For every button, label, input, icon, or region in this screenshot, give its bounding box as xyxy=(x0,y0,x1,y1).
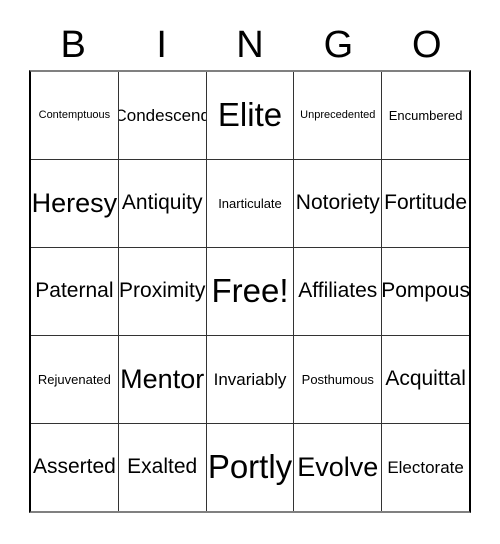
bingo-row: Paternal Proximity Free! Affiliates Pomp… xyxy=(31,248,469,336)
bingo-cell[interactable]: Condescend xyxy=(119,72,207,159)
bingo-cell[interactable]: Mentor xyxy=(119,336,207,423)
bingo-cell-label: Proximity xyxy=(119,279,206,303)
bingo-cell-label: Contemptuous xyxy=(38,108,111,121)
bingo-header-letter-i: I xyxy=(156,24,167,66)
bingo-row: Heresy Antiquity Inarticulate Notoriety … xyxy=(31,160,469,248)
bingo-cell-label: Affiliates xyxy=(298,279,378,303)
bingo-cell[interactable]: Evolve xyxy=(294,424,383,511)
bingo-row: Rejuvenated Mentor Invariably Posthumous… xyxy=(31,336,469,424)
bingo-cell-label: Electorate xyxy=(387,457,464,477)
bingo-cell[interactable]: Posthumous xyxy=(294,336,383,423)
bingo-header-letter-n: N xyxy=(236,24,264,66)
bingo-cell[interactable]: Paternal xyxy=(31,248,119,335)
bingo-cell[interactable]: Portly xyxy=(207,424,295,511)
bingo-cell[interactable]: Pompous xyxy=(382,248,469,335)
bingo-row: Asserted Exalted Portly Evolve Electorat… xyxy=(31,424,469,511)
bingo-cell[interactable]: Acquittal xyxy=(382,336,469,423)
bingo-cell[interactable]: Elite xyxy=(207,72,295,159)
bingo-cell-label: Evolve xyxy=(297,452,379,483)
bingo-cell-label: Portly xyxy=(207,448,293,486)
bingo-cell-label: Asserted xyxy=(32,455,116,479)
bingo-cell[interactable]: Antiquity xyxy=(119,160,207,247)
bingo-card: B I N G O Contemptuous Condescend Elite … xyxy=(0,0,500,544)
bingo-cell[interactable]: Fortitude xyxy=(382,160,469,247)
bingo-cell-label: Acquittal xyxy=(385,367,466,391)
bingo-cell-label: Elite xyxy=(217,96,283,134)
bingo-cell-label: Pompous xyxy=(382,279,469,303)
bingo-row: Contemptuous Condescend Elite Unpreceden… xyxy=(31,72,469,160)
bingo-cell[interactable]: Invariably xyxy=(207,336,295,423)
bingo-cell-label: Antiquity xyxy=(121,191,203,215)
bingo-cell-free-space[interactable]: Free! xyxy=(207,248,295,335)
bingo-header-letter-g: G xyxy=(323,24,354,66)
bingo-cell[interactable]: Heresy xyxy=(31,160,119,247)
bingo-cell-label: Inarticulate xyxy=(218,195,282,211)
bingo-free-space-label: Free! xyxy=(211,272,289,310)
bingo-cell-label: Encumbered xyxy=(388,107,463,123)
bingo-cell[interactable]: Inarticulate xyxy=(207,160,295,247)
bingo-cell-label: Posthumous xyxy=(301,371,374,387)
bingo-cell[interactable]: Unprecedented xyxy=(294,72,383,159)
bingo-header-letter-o: O xyxy=(412,24,442,66)
bingo-cell[interactable]: Proximity xyxy=(119,248,207,335)
bingo-cell-label: Notoriety xyxy=(295,191,380,215)
bingo-cell[interactable]: Exalted xyxy=(119,424,207,511)
bingo-cell[interactable]: Rejuvenated xyxy=(31,336,119,423)
bingo-cell[interactable]: Asserted xyxy=(31,424,119,511)
bingo-cell[interactable]: Contemptuous xyxy=(31,72,119,159)
bingo-cell-label: Condescend xyxy=(118,105,207,125)
bingo-cell[interactable]: Notoriety xyxy=(294,160,383,247)
bingo-cell-label: Unprecedented xyxy=(300,108,376,121)
bingo-cell[interactable]: Electorate xyxy=(382,424,469,511)
bingo-cell[interactable]: Encumbered xyxy=(382,72,469,159)
bingo-cell-label: Exalted xyxy=(127,455,198,479)
bingo-header-row: B I N G O xyxy=(29,20,471,70)
bingo-cell-label: Fortitude xyxy=(384,191,468,215)
bingo-header-letter-b: B xyxy=(60,24,86,66)
bingo-cell[interactable]: Affiliates xyxy=(294,248,383,335)
bingo-cell-label: Heresy xyxy=(31,188,118,219)
bingo-grid: Contemptuous Condescend Elite Unpreceden… xyxy=(29,70,471,513)
bingo-cell-label: Rejuvenated xyxy=(37,371,111,387)
bingo-cell-label: Invariably xyxy=(213,369,287,389)
bingo-cell-label: Paternal xyxy=(35,279,114,303)
bingo-cell-label: Mentor xyxy=(120,364,205,395)
